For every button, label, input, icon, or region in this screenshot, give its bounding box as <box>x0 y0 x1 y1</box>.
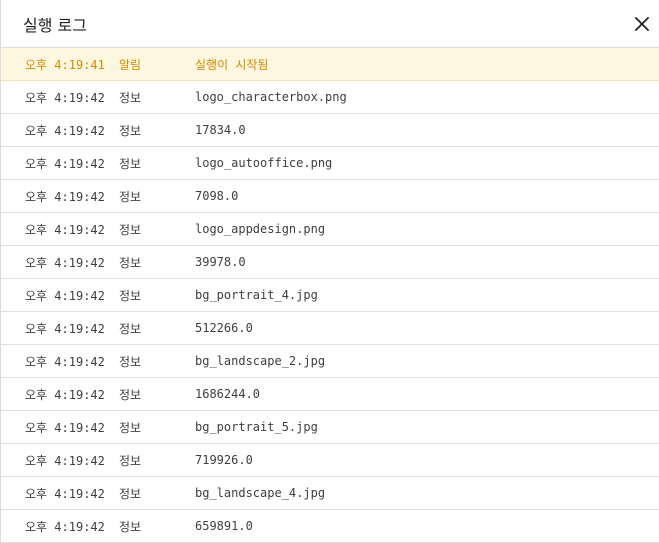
log-row: 오후 4:19:41 알림 실행이 시작됨 <box>1 48 659 81</box>
log-row: 오후 4:19:42 정보 bg_landscape_4.jpg <box>1 477 659 510</box>
log-message: bg_portrait_4.jpg <box>195 288 318 302</box>
log-time: 오후 4:19:42 <box>25 156 105 171</box>
log-row: 오후 4:19:42 정보 659891.0 <box>1 510 659 543</box>
log-level: 알림 <box>119 57 142 72</box>
log-row: 오후 4:19:42 정보 logo_characterbox.png <box>1 81 659 114</box>
log-row: 오후 4:19:42 정보 bg_portrait_4.jpg <box>1 279 659 312</box>
log-level: 정보 <box>119 90 142 105</box>
log-message: 659891.0 <box>195 519 253 533</box>
log-time: 오후 4:19:42 <box>25 453 105 468</box>
log-level: 정보 <box>119 453 142 468</box>
log-message: 1686244.0 <box>195 387 261 401</box>
log-message: 512266.0 <box>195 321 253 335</box>
log-message: bg_landscape_2.jpg <box>195 354 326 368</box>
log-message: logo_autooffice.png <box>195 156 333 170</box>
log-time: 오후 4:19:42 <box>25 354 105 369</box>
log-time: 오후 4:19:42 <box>25 519 105 534</box>
log-row: 오후 4:19:42 정보 logo_appdesign.png <box>1 213 659 246</box>
execution-log-dialog: 실행 로그 오후 4:19:41 알림 실행이 시작됨오후 4:19:42 정보 log… <box>0 0 659 543</box>
log-row: 오후 4:19:42 정보 logo_autooffice.png <box>1 147 659 180</box>
log-time: 오후 4:19:42 <box>25 90 105 105</box>
dialog-header: 실행 로그 <box>1 0 659 48</box>
log-time: 오후 4:19:42 <box>25 321 105 336</box>
log-row: 오후 4:19:42 정보 bg_landscape_2.jpg <box>1 345 659 378</box>
log-message: 719926.0 <box>195 453 253 467</box>
log-time: 오후 4:19:42 <box>25 288 105 303</box>
log-message: bg_landscape_4.jpg <box>195 486 326 500</box>
log-time: 오후 4:19:42 <box>25 420 105 435</box>
log-time: 오후 4:19:42 <box>25 255 105 270</box>
log-message: logo_characterbox.png <box>195 90 347 104</box>
log-level: 정보 <box>119 420 142 435</box>
log-level: 정보 <box>119 486 142 501</box>
log-message: 39978.0 <box>195 255 246 269</box>
log-time: 오후 4:19:41 <box>25 57 105 72</box>
dialog-title: 실행 로그 <box>23 15 87 35</box>
log-row: 오후 4:19:42 정보 17834.0 <box>1 114 659 147</box>
log-row: 오후 4:19:42 정보 1686244.0 <box>1 378 659 411</box>
log-message: logo_appdesign.png <box>195 222 326 236</box>
log-time: 오후 4:19:42 <box>25 486 105 501</box>
log-time: 오후 4:19:42 <box>25 222 105 237</box>
log-list: 오후 4:19:41 알림 실행이 시작됨오후 4:19:42 정보 logo_char… <box>1 48 659 543</box>
log-message: bg_portrait_5.jpg <box>195 420 318 434</box>
close-icon[interactable] <box>631 13 653 35</box>
log-row: 오후 4:19:42 정보 bg_portrait_5.jpg <box>1 411 659 444</box>
log-level: 정보 <box>119 123 142 138</box>
log-row: 오후 4:19:42 정보 39978.0 <box>1 246 659 279</box>
log-level: 정보 <box>119 156 142 171</box>
log-level: 정보 <box>119 321 142 336</box>
log-level: 정보 <box>119 387 142 402</box>
log-level: 정보 <box>119 222 142 237</box>
log-level: 정보 <box>119 189 142 204</box>
log-level: 정보 <box>119 255 142 270</box>
log-row: 오후 4:19:42 정보 512266.0 <box>1 312 659 345</box>
close-icon-glyph <box>635 16 649 31</box>
log-level: 정보 <box>119 519 142 534</box>
log-message: 7098.0 <box>195 189 239 203</box>
log-row: 오후 4:19:42 정보 7098.0 <box>1 180 659 213</box>
log-message: 17834.0 <box>195 123 246 137</box>
log-row: 오후 4:19:42 정보 719926.0 <box>1 444 659 477</box>
log-level: 정보 <box>119 288 142 303</box>
log-level: 정보 <box>119 354 142 369</box>
log-time: 오후 4:19:42 <box>25 123 105 138</box>
log-message: 실행이 시작됨 <box>195 57 269 72</box>
log-time: 오후 4:19:42 <box>25 189 105 204</box>
log-time: 오후 4:19:42 <box>25 387 105 402</box>
